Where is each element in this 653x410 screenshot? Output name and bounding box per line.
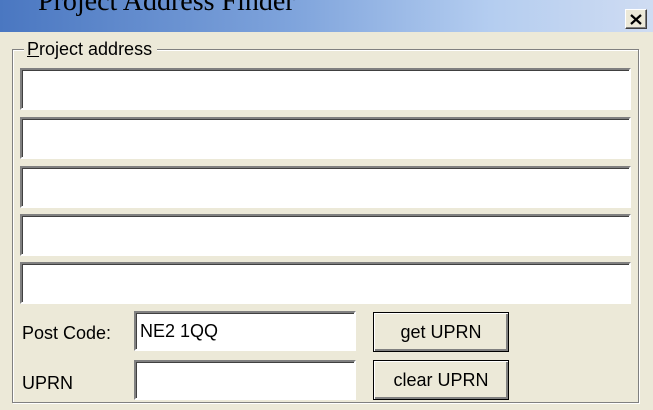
close-button[interactable]	[625, 9, 647, 29]
close-icon	[630, 13, 642, 25]
uprn-label: UPRN	[22, 373, 74, 393]
address-line-1-input[interactable]	[20, 68, 631, 110]
address-line-3-input[interactable]	[20, 166, 631, 208]
postcode-label: Post Code:	[22, 323, 112, 343]
get-uprn-button[interactable]: get UPRN	[373, 312, 509, 352]
address-line-2-input[interactable]	[20, 117, 631, 159]
legend-mnemonic: P	[27, 39, 40, 59]
dialog-window: Project Address Finder Project address P…	[0, 0, 653, 410]
project-address-legend: Project address	[24, 37, 158, 61]
legend-text: roject address	[39, 39, 153, 59]
title-bar[interactable]: Project Address Finder	[0, 0, 653, 32]
postcode-input[interactable]	[134, 311, 356, 351]
window-title: Project Address Finder	[38, 0, 295, 17]
address-line-5-input[interactable]	[20, 262, 631, 304]
clear-uprn-button[interactable]: clear UPRN	[373, 360, 509, 400]
address-line-4-input[interactable]	[20, 214, 631, 256]
uprn-input[interactable]	[134, 360, 356, 400]
